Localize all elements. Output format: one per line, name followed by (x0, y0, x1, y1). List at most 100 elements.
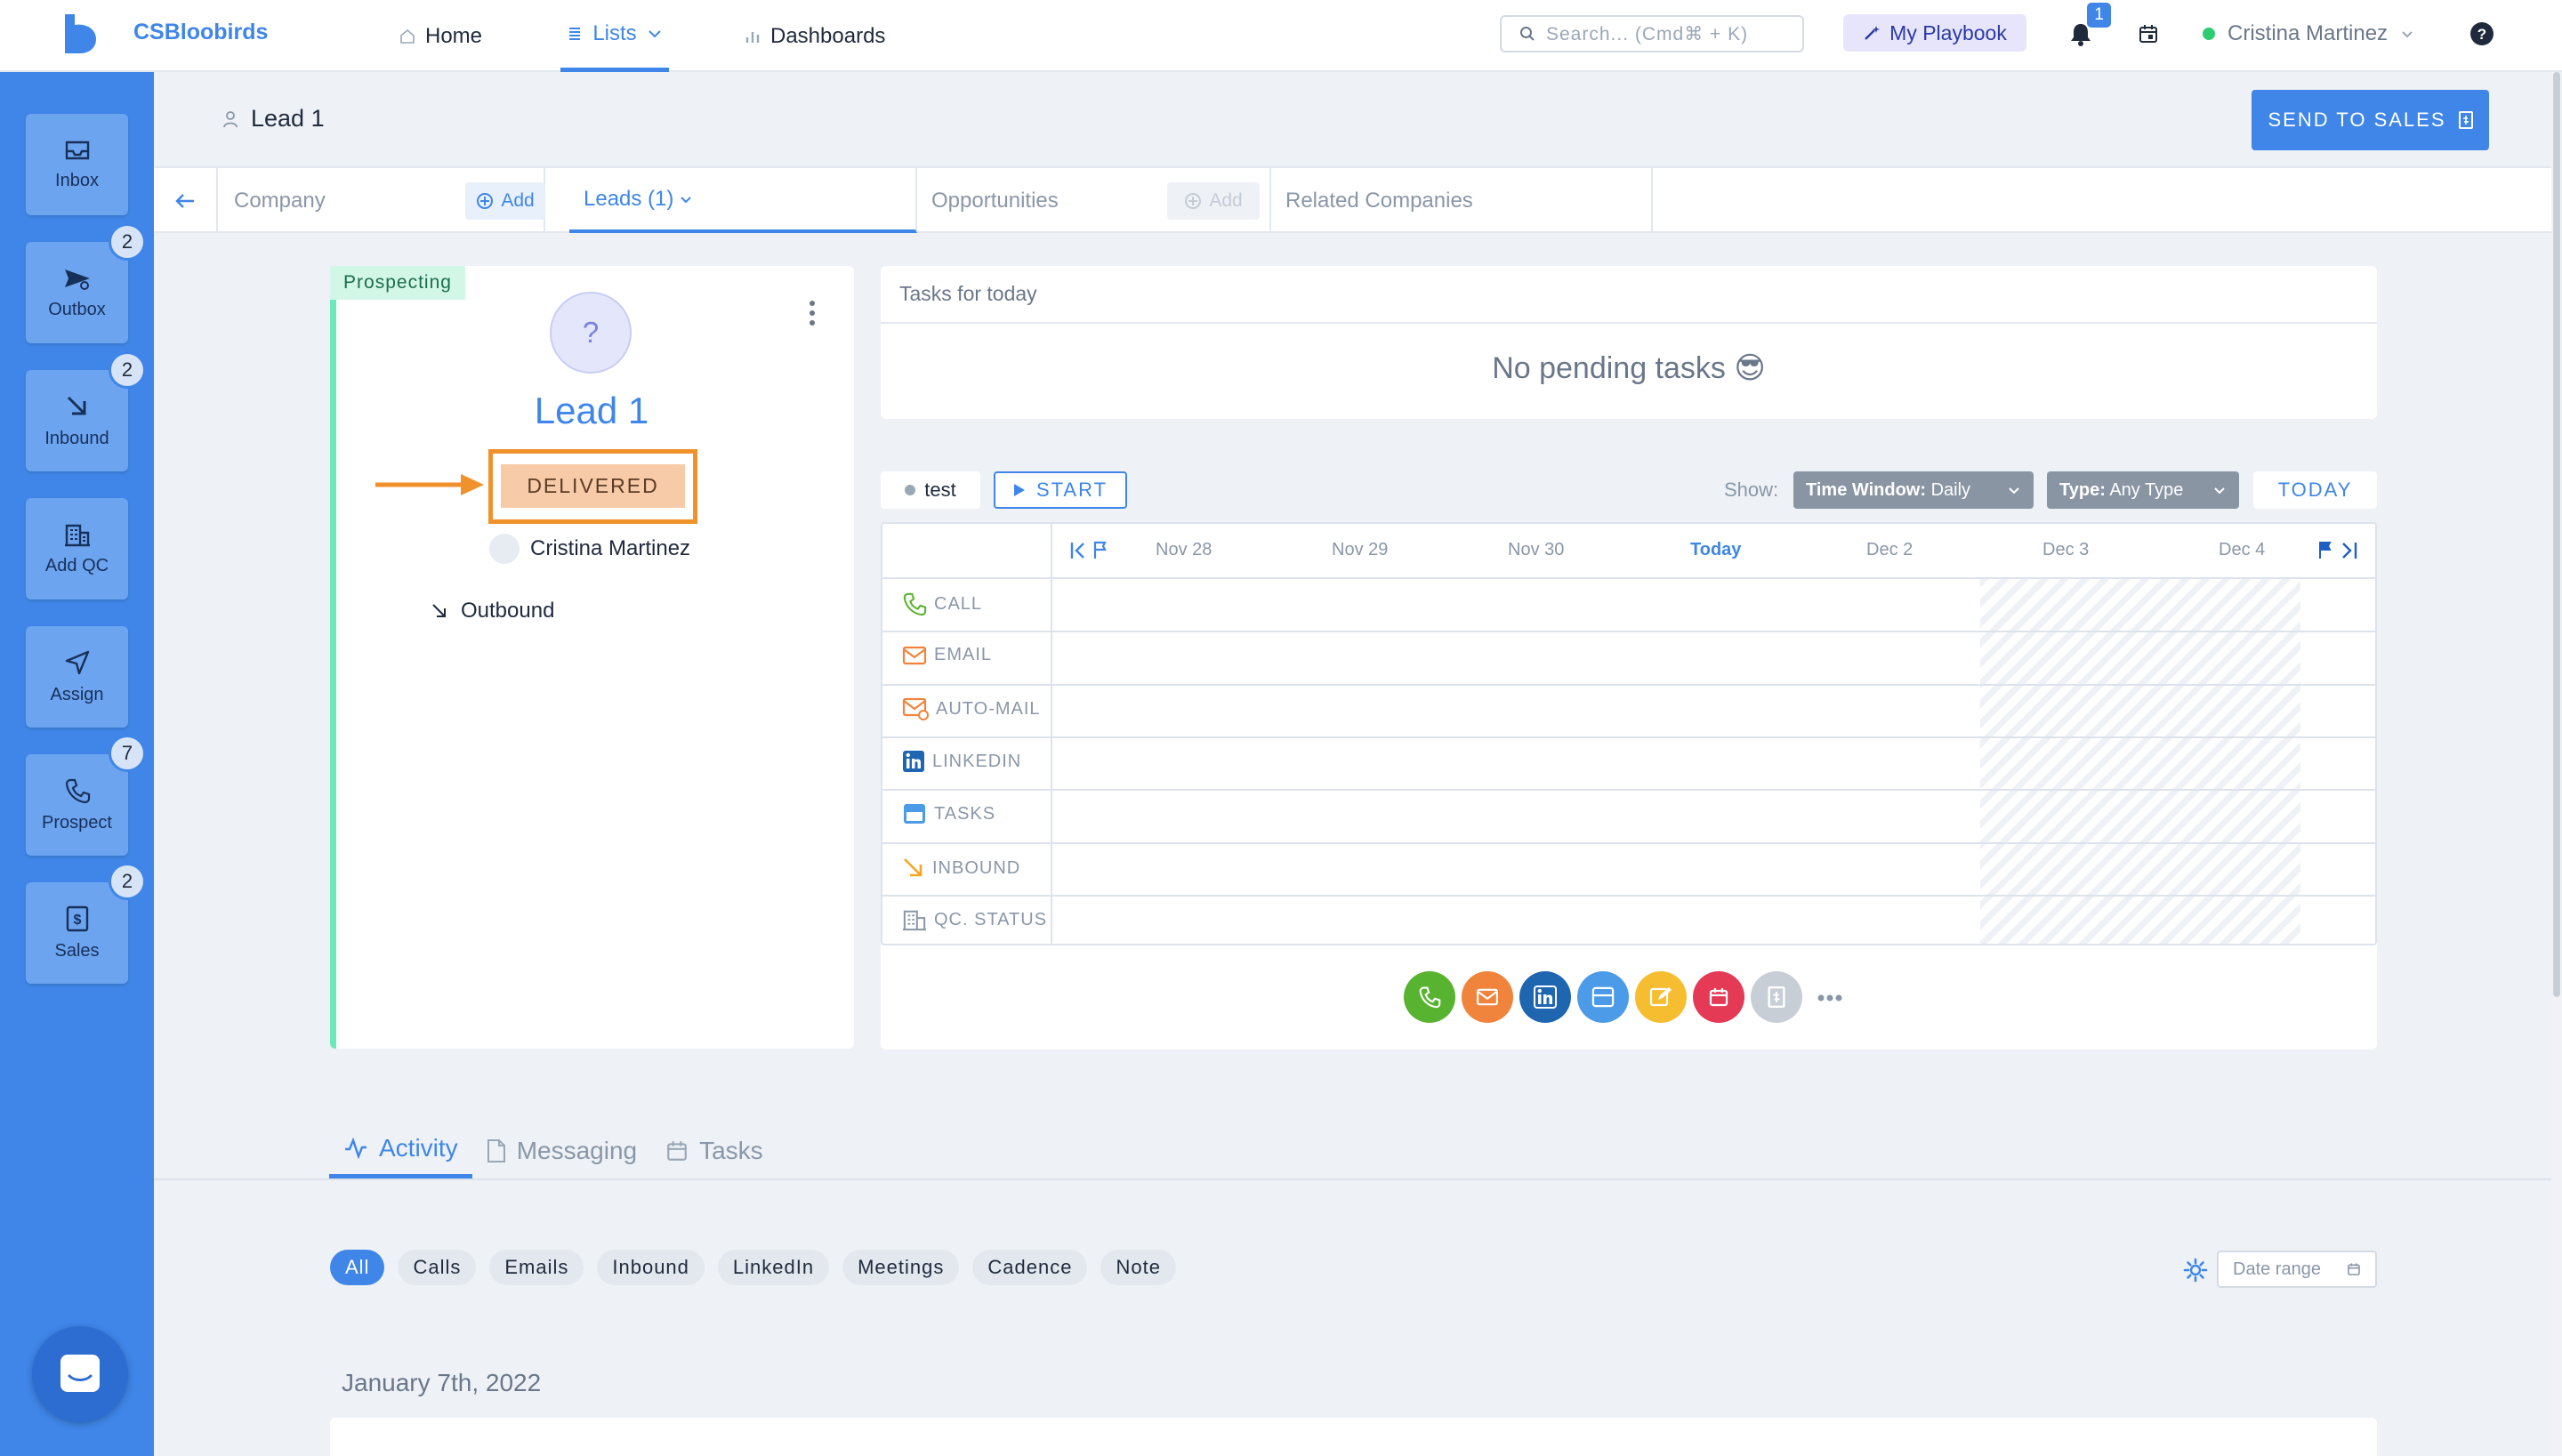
sidebar-item-inbound[interactable]: Inbound (26, 370, 128, 471)
nav-dashboards[interactable]: Dashboards (744, 0, 885, 72)
outbox-count-badge: 2 (109, 223, 146, 261)
filter-inbound[interactable]: Inbound (597, 1250, 705, 1285)
no-tasks-message: No pending tasks 😎 (1492, 351, 1766, 385)
sidebar-item-inbox[interactable]: Inbox (26, 114, 128, 215)
prospect-count-badge: 7 (109, 735, 146, 772)
time-window-select[interactable]: Time Window: Daily (1793, 471, 2034, 509)
online-status-dot (2203, 28, 2215, 40)
weekend-hatch (1980, 579, 2300, 944)
add-company-button[interactable]: Add (465, 182, 545, 220)
lead-card (330, 266, 854, 1049)
my-playbook-label: My Playbook (1889, 20, 2007, 44)
play-icon (1013, 484, 1025, 496)
tab-related-companies[interactable]: Related Companies (1271, 168, 1653, 233)
sidebar-item-add-qc[interactable]: Add QC (26, 498, 128, 599)
grid-row-divider (882, 842, 2375, 844)
list-icon (569, 28, 581, 40)
cadence-name-chip[interactable]: test (881, 471, 980, 509)
activity-filters: All Calls Emails Inbound LinkedIn Meetin… (330, 1250, 1176, 1285)
grid-row-divider (882, 684, 2375, 686)
first-page-icon[interactable] (1069, 540, 1108, 561)
time-window-label: Time Window: (1806, 479, 1926, 500)
search-input[interactable]: Search... (Cmd⌘ + K) (1500, 15, 1804, 52)
tab-messaging[interactable]: Messaging (472, 1122, 651, 1178)
row-label: AUTO-MAIL (936, 698, 1041, 719)
filter-emails[interactable]: Emails (489, 1250, 584, 1285)
time-window-value: Daily (1930, 479, 1971, 500)
gear-icon[interactable] (2183, 1258, 2208, 1283)
tab-activity-label: Activity (379, 1134, 458, 1162)
nav-home[interactable]: Home (399, 0, 482, 72)
grid-row-divider (882, 736, 2375, 738)
arrow-left-icon (175, 193, 194, 208)
page-title: Lead 1 (222, 105, 325, 133)
brand-name[interactable]: CSBloobirds (133, 20, 268, 45)
filter-note[interactable]: Note (1100, 1250, 1176, 1285)
tasks-icon (904, 804, 925, 824)
tab-opportunities-label: Opportunities (931, 188, 1059, 213)
sidebar-item-outbox[interactable]: Outbox (26, 242, 128, 343)
activity-tabs: Activity Messaging Tasks (329, 1122, 777, 1178)
filter-calls[interactable]: Calls (398, 1250, 477, 1285)
task-action-button[interactable] (1577, 971, 1629, 1023)
mail-icon (902, 646, 927, 664)
auto-mail-icon (902, 697, 929, 720)
day-header: Nov 30 (1508, 540, 1565, 559)
add-opportunity-button[interactable]: Add (1167, 182, 1260, 220)
phone-icon (65, 778, 90, 803)
lead-name: Lead 1 (534, 390, 649, 431)
filter-linkedin[interactable]: LinkedIn (717, 1250, 830, 1285)
sidebar-item-label: Assign (50, 684, 104, 704)
svg-text:$: $ (73, 913, 81, 928)
lead-avatar: ? (550, 292, 632, 374)
nav-lists[interactable]: Lists (560, 0, 669, 72)
type-select[interactable]: Type: Any Type (2047, 471, 2239, 509)
linkedin-action-button[interactable] (1519, 971, 1571, 1023)
user-menu[interactable]: Cristina Martinez (2203, 21, 2414, 46)
chat-launcher-button[interactable] (32, 1326, 128, 1422)
document-action-button[interactable] (1751, 971, 1802, 1023)
my-playbook-button[interactable]: My Playbook (1843, 14, 2026, 52)
date-range-input[interactable]: Date range (2217, 1251, 2377, 1288)
day-header-today: Today (1690, 540, 1742, 559)
help-icon[interactable]: ? (2469, 21, 2494, 46)
filter-meetings[interactable]: Meetings (842, 1250, 960, 1285)
filter-all[interactable]: All (330, 1250, 385, 1285)
tab-tasks[interactable]: Tasks (651, 1122, 777, 1178)
last-page-icon[interactable] (2316, 540, 2359, 561)
back-button[interactable] (154, 168, 218, 233)
tab-company-label: Company (234, 188, 326, 213)
filter-cadence[interactable]: Cadence (972, 1250, 1088, 1285)
date-range-placeholder: Date range (2233, 1259, 2321, 1279)
start-cadence-button[interactable]: START (994, 471, 1127, 509)
more-actions-icon[interactable] (1817, 993, 1843, 1002)
sidebar-item-sales[interactable]: $ Sales (26, 882, 128, 984)
scrollbar-thumb[interactable] (2553, 72, 2560, 997)
calendar-icon (2348, 1263, 2360, 1275)
today-button[interactable]: TODAY (2253, 471, 2377, 509)
tab-activity[interactable]: Activity (329, 1122, 472, 1178)
call-action-button[interactable] (1404, 971, 1455, 1023)
more-options-icon[interactable] (808, 299, 817, 327)
bloobirds-logo-icon[interactable] (62, 12, 98, 53)
meeting-action-button[interactable] (1693, 971, 1744, 1023)
type-label: Type: (2059, 479, 2106, 500)
note-action-button[interactable] (1635, 971, 1687, 1023)
inbox-icon (65, 141, 89, 159)
email-action-button[interactable] (1462, 971, 1513, 1023)
sidebar-item-prospect[interactable]: Prospect (26, 754, 128, 856)
tab-leads[interactable]: Leads (1) (569, 168, 917, 233)
calendar-icon[interactable] (2138, 23, 2159, 44)
show-label: Show: (1724, 479, 1779, 501)
cadence-grid: Nov 28 Nov 29 Nov 30 Today Dec 2 Dec 3 D… (881, 522, 2377, 945)
sidebar-item-label: Inbox (55, 170, 99, 190)
send-to-sales-button[interactable]: SEND TO SALES (2252, 90, 2489, 150)
inbound-count-badge: 2 (109, 351, 146, 389)
status-badge[interactable]: DELIVERED (501, 464, 685, 508)
sidebar-item-assign[interactable]: Assign (26, 626, 128, 728)
tasks-icon (1591, 986, 1615, 1008)
search-placeholder: Search... (Cmd⌘ + K) (1546, 23, 1749, 44)
user-name: Cristina Martinez (2228, 21, 2389, 45)
mail-icon (1477, 988, 1498, 1006)
calendar-icon (667, 1140, 687, 1161)
